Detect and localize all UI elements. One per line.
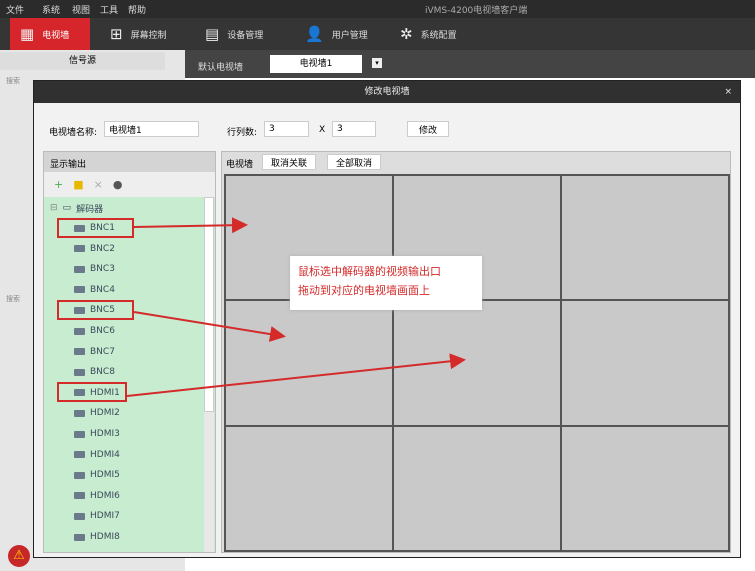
instruction-annotation: 鼠标选中解码器的视频输出口 拖动到对应的电视墙画面上 <box>290 256 482 310</box>
annotation-line: 拖动到对应的电视墙画面上 <box>298 284 430 297</box>
arrow-bnc5 <box>133 311 286 342</box>
annotation-line: 鼠标选中解码器的视频输出口 <box>298 265 441 278</box>
arrow-bnc1 <box>133 217 248 234</box>
arrow-hdmi1 <box>126 353 466 397</box>
